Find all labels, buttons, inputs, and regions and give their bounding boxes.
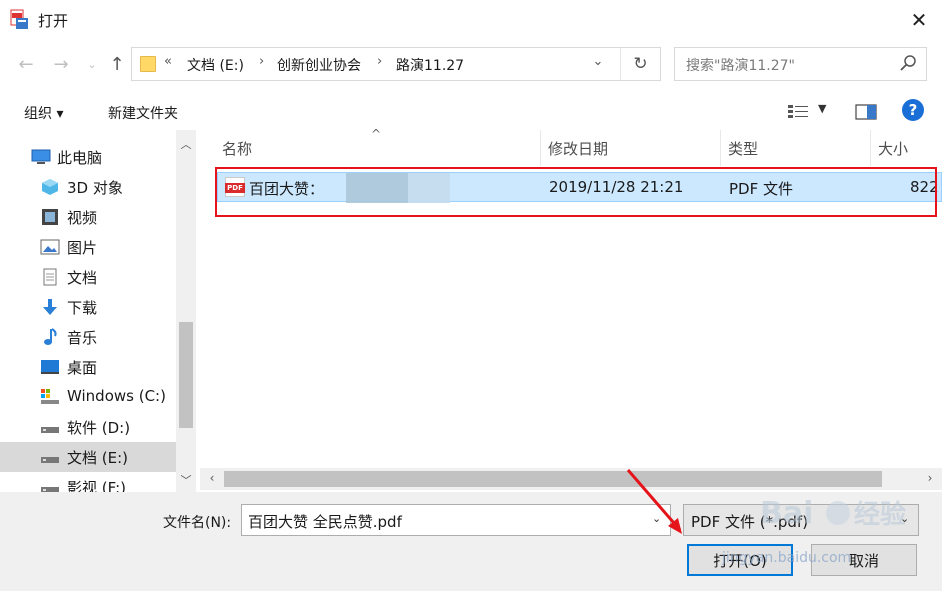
sidebar-item-desktop[interactable]: 桌面 (0, 352, 176, 382)
3d-objects-icon (42, 179, 58, 195)
music-icon (44, 328, 57, 345)
sidebar-item-music[interactable]: 音乐 (0, 322, 176, 352)
filename-label: 文件名(N): (163, 515, 232, 531)
sidebar-item-label: Windows (C:) (67, 387, 166, 405)
drive-f-icon (41, 487, 59, 492)
breadcrumb-item[interactable]: 文档 (E:) (187, 55, 244, 75)
column-header-size[interactable]: 大小 (878, 138, 908, 168)
svg-text:经验: 经验 (854, 499, 906, 530)
window-title: 打开 (38, 12, 69, 30)
sidebar-item-label: 文档 (E:) (67, 449, 129, 467)
forward-arrow-icon[interactable]: → (49, 52, 73, 76)
breadcrumb-item[interactable]: 创新创业协会 (277, 55, 361, 75)
filename-value: 百团大赞 全民点赞.pdf (248, 513, 402, 531)
sidebar-item-videos[interactable]: 视频 (0, 202, 176, 232)
sidebar-item-drive-c[interactable]: Windows (C:) (0, 382, 176, 412)
sidebar-item-label: 文档 (67, 269, 98, 287)
documents-icon (43, 268, 57, 286)
search-box[interactable]: 搜索"路演11.27" (674, 47, 927, 81)
desktop-icon (41, 360, 59, 374)
sidebar-item-label: 3D 对象 (67, 179, 123, 197)
sidebar-item-this-pc[interactable]: 此电脑 (0, 142, 176, 172)
up-arrow-icon[interactable]: ↑ (105, 52, 129, 76)
sidebar-item-3d-objects[interactable]: 3D 对象 (0, 172, 176, 202)
address-bar[interactable]: « 文档 (E:) › 创新创业协会 › 路演11.27 ⌄ ↻ (131, 47, 661, 81)
sidebar-item-drive-f[interactable]: 影视 (F:) (0, 472, 176, 492)
sidebar-item-label: 图片 (67, 239, 98, 257)
preview-pane-icon[interactable] (855, 102, 877, 122)
sidebar-scroll-thumb[interactable] (179, 322, 193, 428)
drive-e-icon (41, 457, 59, 463)
refresh-icon[interactable]: ↻ (620, 48, 660, 80)
navigation-pane: 此电脑 3D 对象 视频 图片 文档 下载 音乐 桌面 Windows (C:)… (0, 130, 196, 492)
column-header-modified[interactable]: 修改日期 (548, 138, 608, 168)
view-options-icon[interactable] (787, 103, 809, 121)
recent-locations-chevron-icon[interactable]: ⌄ (80, 52, 104, 76)
sidebar-item-label: 此电脑 (57, 149, 103, 167)
sidebar-item-label: 下载 (67, 299, 98, 317)
baidu-watermark-logo: Bai 经验 (760, 496, 906, 531)
sort-ascending-icon: ^ (371, 127, 382, 141)
svg-text:Bai: Bai (760, 496, 813, 531)
video-icon (42, 209, 58, 225)
sidebar-item-downloads[interactable]: 下载 (0, 292, 176, 322)
drive-d-icon (41, 427, 59, 433)
drive-c-icon (41, 389, 59, 404)
column-separator[interactable] (870, 130, 871, 166)
column-header-type[interactable]: 类型 (728, 138, 758, 168)
breadcrumb-separator[interactable]: › (259, 54, 264, 69)
breadcrumb-item[interactable]: 路演11.27 (396, 55, 464, 75)
sidebar-item-drive-e[interactable]: 文档 (E:) (0, 442, 176, 472)
sidebar-item-label: 视频 (67, 209, 98, 227)
pictures-icon (40, 239, 60, 255)
view-dropdown-icon[interactable]: ▼ (818, 102, 826, 115)
close-icon: ✕ (910, 8, 928, 32)
title-bar: 打开 ✕ (0, 0, 942, 40)
scroll-up-icon[interactable]: ︿ (179, 136, 193, 152)
scroll-left-icon[interactable]: ‹ (204, 471, 220, 487)
computer-icon (31, 149, 51, 164)
folder-icon (140, 56, 156, 72)
app-icon (10, 9, 28, 29)
command-toolbar: 组织 ▾ 新建文件夹 ▼ ? (0, 96, 942, 130)
close-button[interactable]: ✕ (896, 0, 942, 40)
column-separator[interactable] (720, 130, 721, 166)
breadcrumb-overflow[interactable]: « (164, 54, 172, 69)
column-separator[interactable] (540, 130, 541, 166)
download-icon (43, 299, 57, 315)
sidebar-item-documents[interactable]: 文档 (0, 262, 176, 292)
scroll-down-icon[interactable]: ﹀ (179, 472, 193, 488)
sidebar-item-label: 桌面 (67, 359, 98, 377)
back-arrow-icon[interactable]: ← (14, 52, 38, 76)
annotation-arrow-icon (626, 469, 682, 534)
search-icon[interactable] (900, 55, 916, 73)
watermark-url: jingyan.baidu.com (722, 550, 852, 566)
annotation-highlight-box (215, 167, 937, 217)
search-placeholder: 搜索"路演11.27" (686, 58, 795, 74)
sidebar-item-label: 软件 (D:) (67, 419, 131, 437)
sidebar-scrollbar[interactable]: ︿ ﹀ (176, 130, 196, 492)
sidebar-item-drive-d[interactable]: 软件 (D:) (0, 412, 176, 442)
address-dropdown-icon[interactable]: ⌄ (584, 54, 612, 76)
breadcrumb-separator[interactable]: › (377, 54, 382, 69)
new-folder-button[interactable]: 新建文件夹 (108, 103, 178, 123)
help-icon[interactable]: ? (902, 99, 924, 121)
sidebar-item-pictures[interactable]: 图片 (0, 232, 176, 262)
sidebar-item-label: 影视 (F:) (67, 479, 126, 492)
column-header-name[interactable]: 名称 (222, 138, 252, 168)
sidebar-item-label: 音乐 (67, 329, 98, 347)
filename-input[interactable]: 百团大赞 全民点赞.pdf ⌄ (241, 504, 671, 536)
organize-button[interactable]: 组织 ▾ (24, 103, 63, 123)
